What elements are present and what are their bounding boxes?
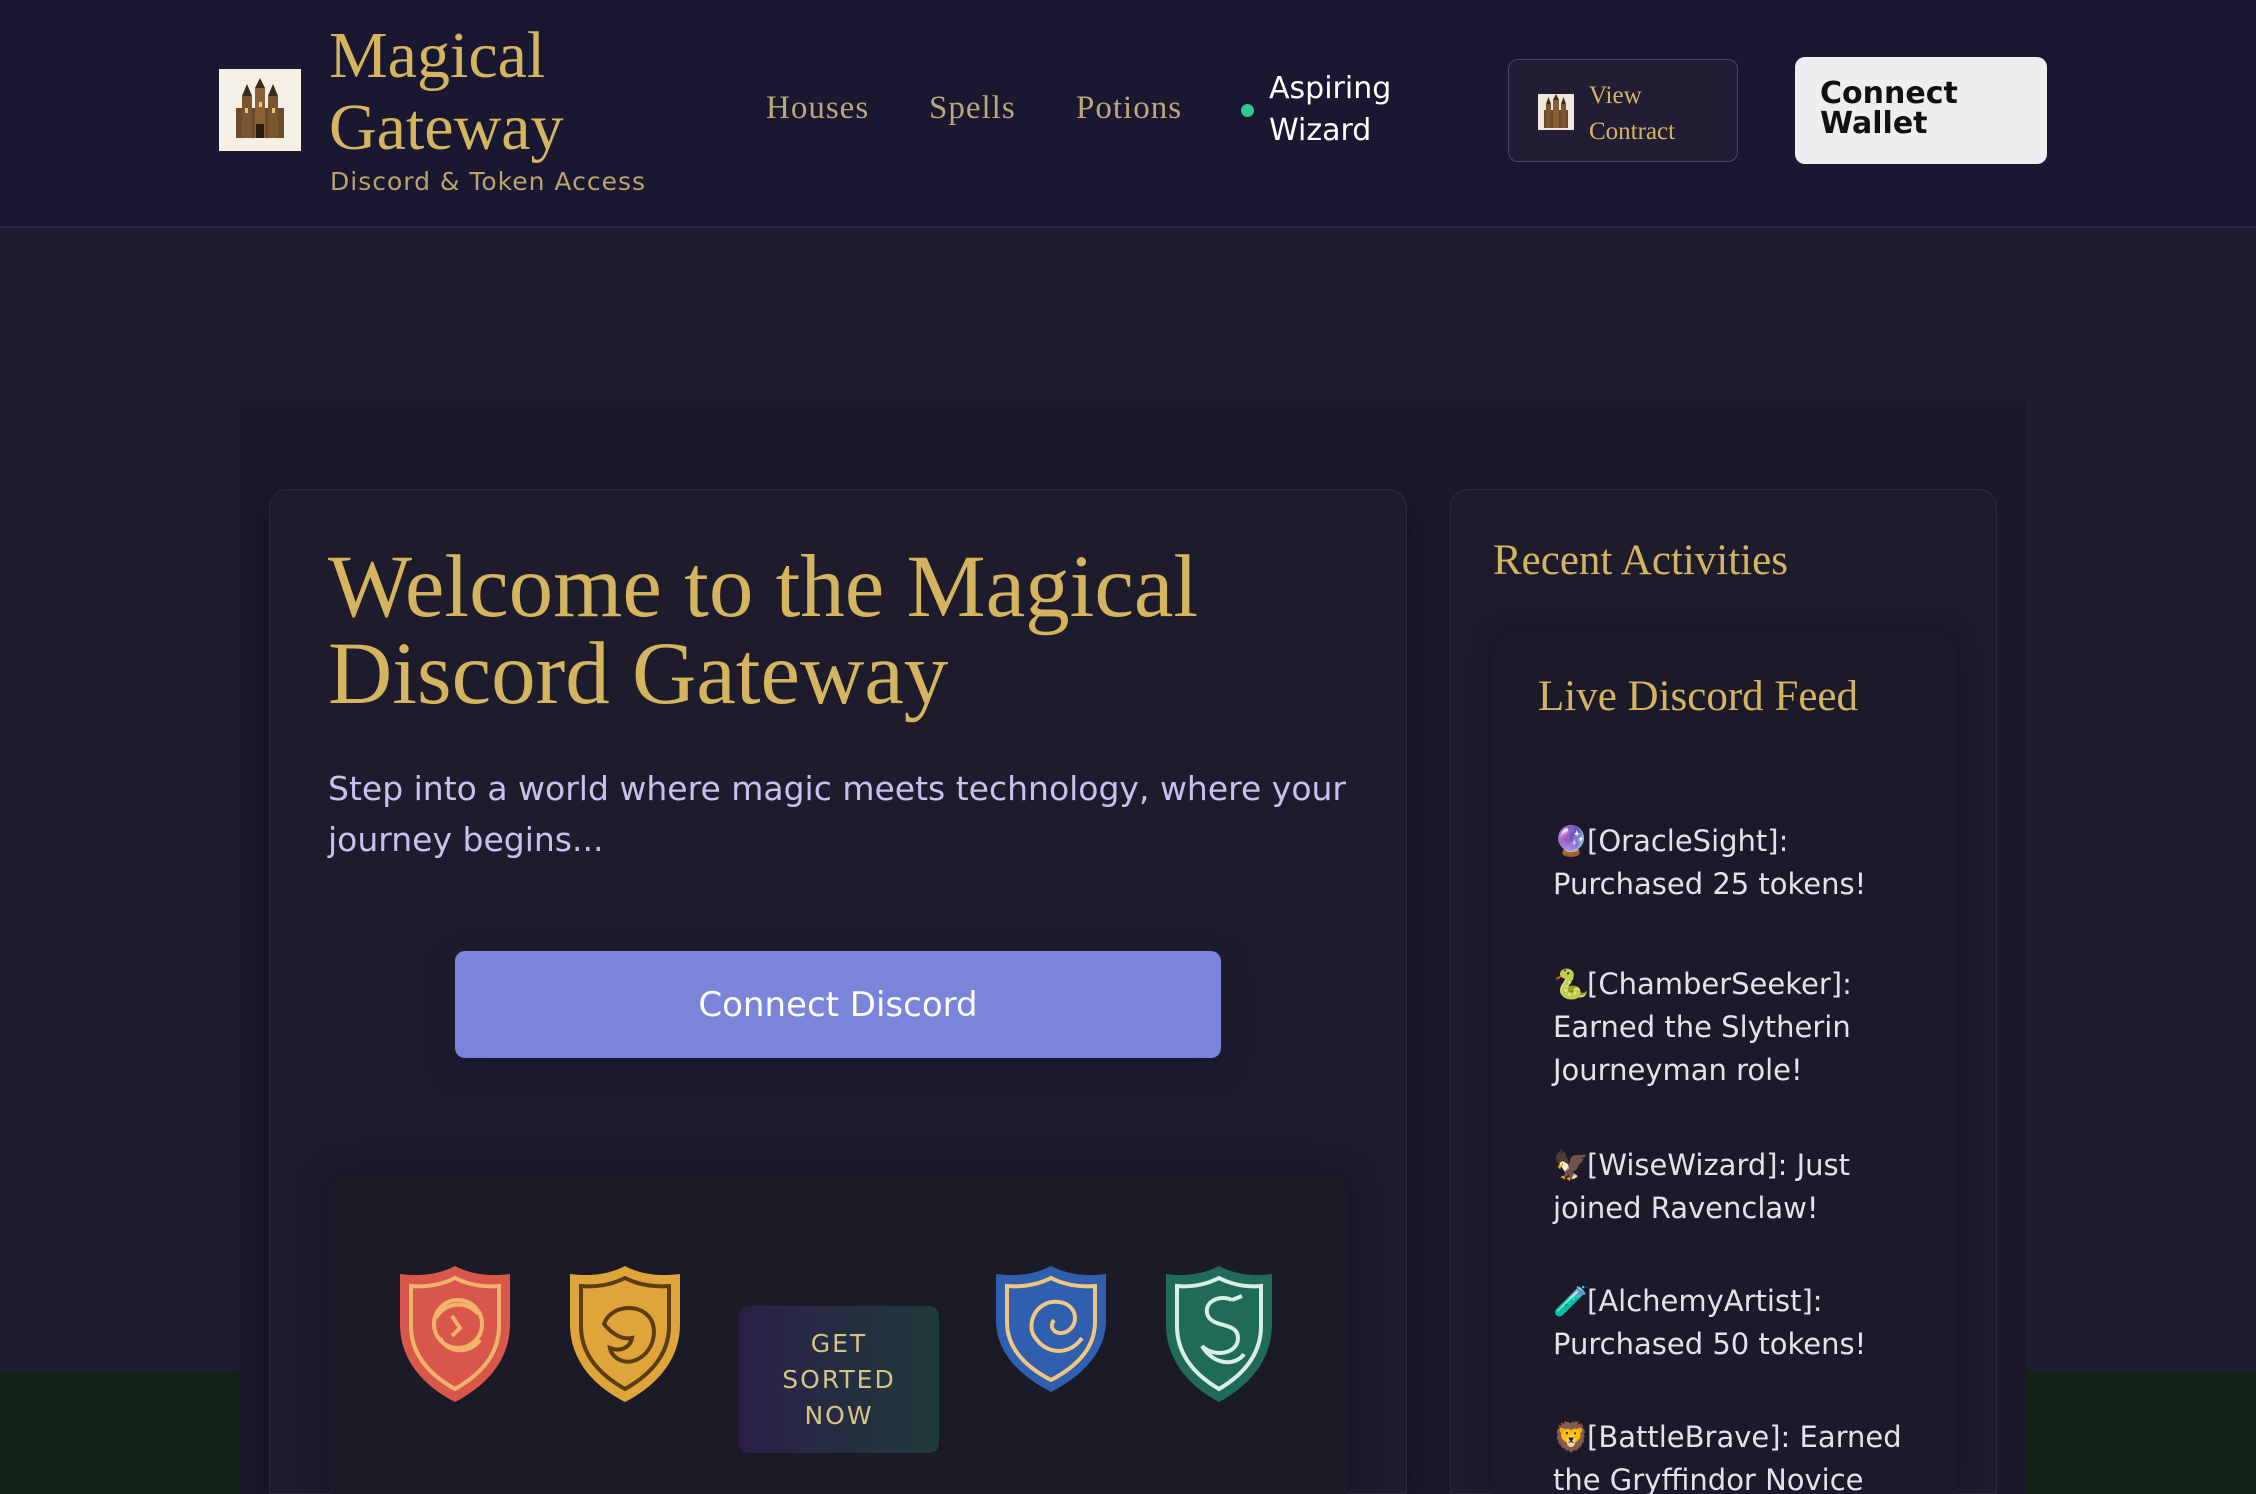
nav-spells[interactable]: Spells (929, 90, 1016, 127)
connect-wallet-button[interactable]: Connect Wallet (1795, 57, 2047, 164)
user-status-label: Aspiring Wizard (1269, 71, 1392, 148)
welcome-title: Welcome to the Magical Discord Gateway (328, 538, 1199, 723)
welcome-card: Welcome to the Magical Discord Gateway S… (269, 489, 1407, 1494)
nav-houses[interactable]: Houses (766, 90, 869, 127)
brand-title[interactable]: Magical Gateway (329, 20, 689, 164)
crystal-ball-icon: 🔮 (1553, 824, 1590, 858)
connect-discord-button[interactable]: Connect Discord (455, 951, 1221, 1058)
brand-subtitle: Discord & Token Access (330, 167, 647, 196)
houses-card: GET SORTED NOW (328, 1174, 1348, 1494)
view-contract-label: View Contract (1589, 82, 1676, 145)
connect-wallet-label: Connect Wallet (1820, 76, 1958, 141)
feed-item-text: [ChamberSeeker]: Earned the Slytherin Jo… (1553, 967, 1852, 1087)
right-strip (2026, 1370, 2256, 1494)
feed-item: 🔮[OracleSight]: Purchased 25 tokens! (1553, 820, 1933, 906)
live-feed-card: Live Discord Feed 🔮[OracleSight]: Purcha… (1493, 632, 1956, 1494)
feed-item: 🦁[BattleBrave]: Earned the Gryffindor No… (1553, 1416, 1933, 1494)
live-feed-title: Live Discord Feed (1538, 673, 1859, 720)
slytherin-crest-icon[interactable] (1162, 1262, 1276, 1408)
recent-activities-title: Recent Activities (1493, 537, 1788, 584)
castle-icon (1538, 94, 1574, 130)
feed-item: 🐍[ChamberSeeker]: Earned the Slytherin J… (1553, 963, 1933, 1092)
view-contract-button[interactable]: View Contract (1508, 59, 1738, 162)
feed-item-text: [BattleBrave]: Earned the Gryffindor Nov… (1553, 1420, 1902, 1494)
gryffindor-crest-icon[interactable] (396, 1262, 514, 1408)
recent-activities-card: Recent Activities Live Discord Feed 🔮[Or… (1450, 489, 1997, 1494)
potion-icon: 🧪 (1553, 1284, 1590, 1318)
nav-potions[interactable]: Potions (1076, 90, 1182, 127)
feed-item: 🦅[WiseWizard]: Just joined Ravenclaw! (1553, 1144, 1933, 1230)
snake-icon: 🐍 (1553, 967, 1590, 1001)
left-strip (0, 1370, 240, 1494)
hufflepuff-crest-icon[interactable] (566, 1262, 684, 1408)
ravenclaw-crest-icon[interactable] (992, 1262, 1110, 1398)
get-sorted-label: GET SORTED NOW (782, 1328, 896, 1430)
feed-item-text: [WiseWizard]: Just joined Ravenclaw! (1553, 1148, 1850, 1225)
top-header: Magical Gateway Discord & Token Access H… (0, 0, 2256, 228)
feed-item: 🧪[AlchemyArtist]: Purchased 50 tokens! (1553, 1280, 1933, 1366)
get-sorted-button[interactable]: GET SORTED NOW (739, 1306, 939, 1453)
online-status-icon (1241, 104, 1254, 117)
feed-item-text: [AlchemyArtist]: Purchased 50 tokens! (1553, 1284, 1867, 1361)
welcome-text: Step into a world where magic meets tech… (328, 769, 1346, 859)
castle-logo-icon[interactable] (219, 69, 301, 151)
feed-item-text: [OracleSight]: Purchased 25 tokens! (1553, 824, 1867, 901)
lion-icon: 🦁 (1553, 1420, 1590, 1454)
eagle-icon: 🦅 (1553, 1148, 1590, 1182)
